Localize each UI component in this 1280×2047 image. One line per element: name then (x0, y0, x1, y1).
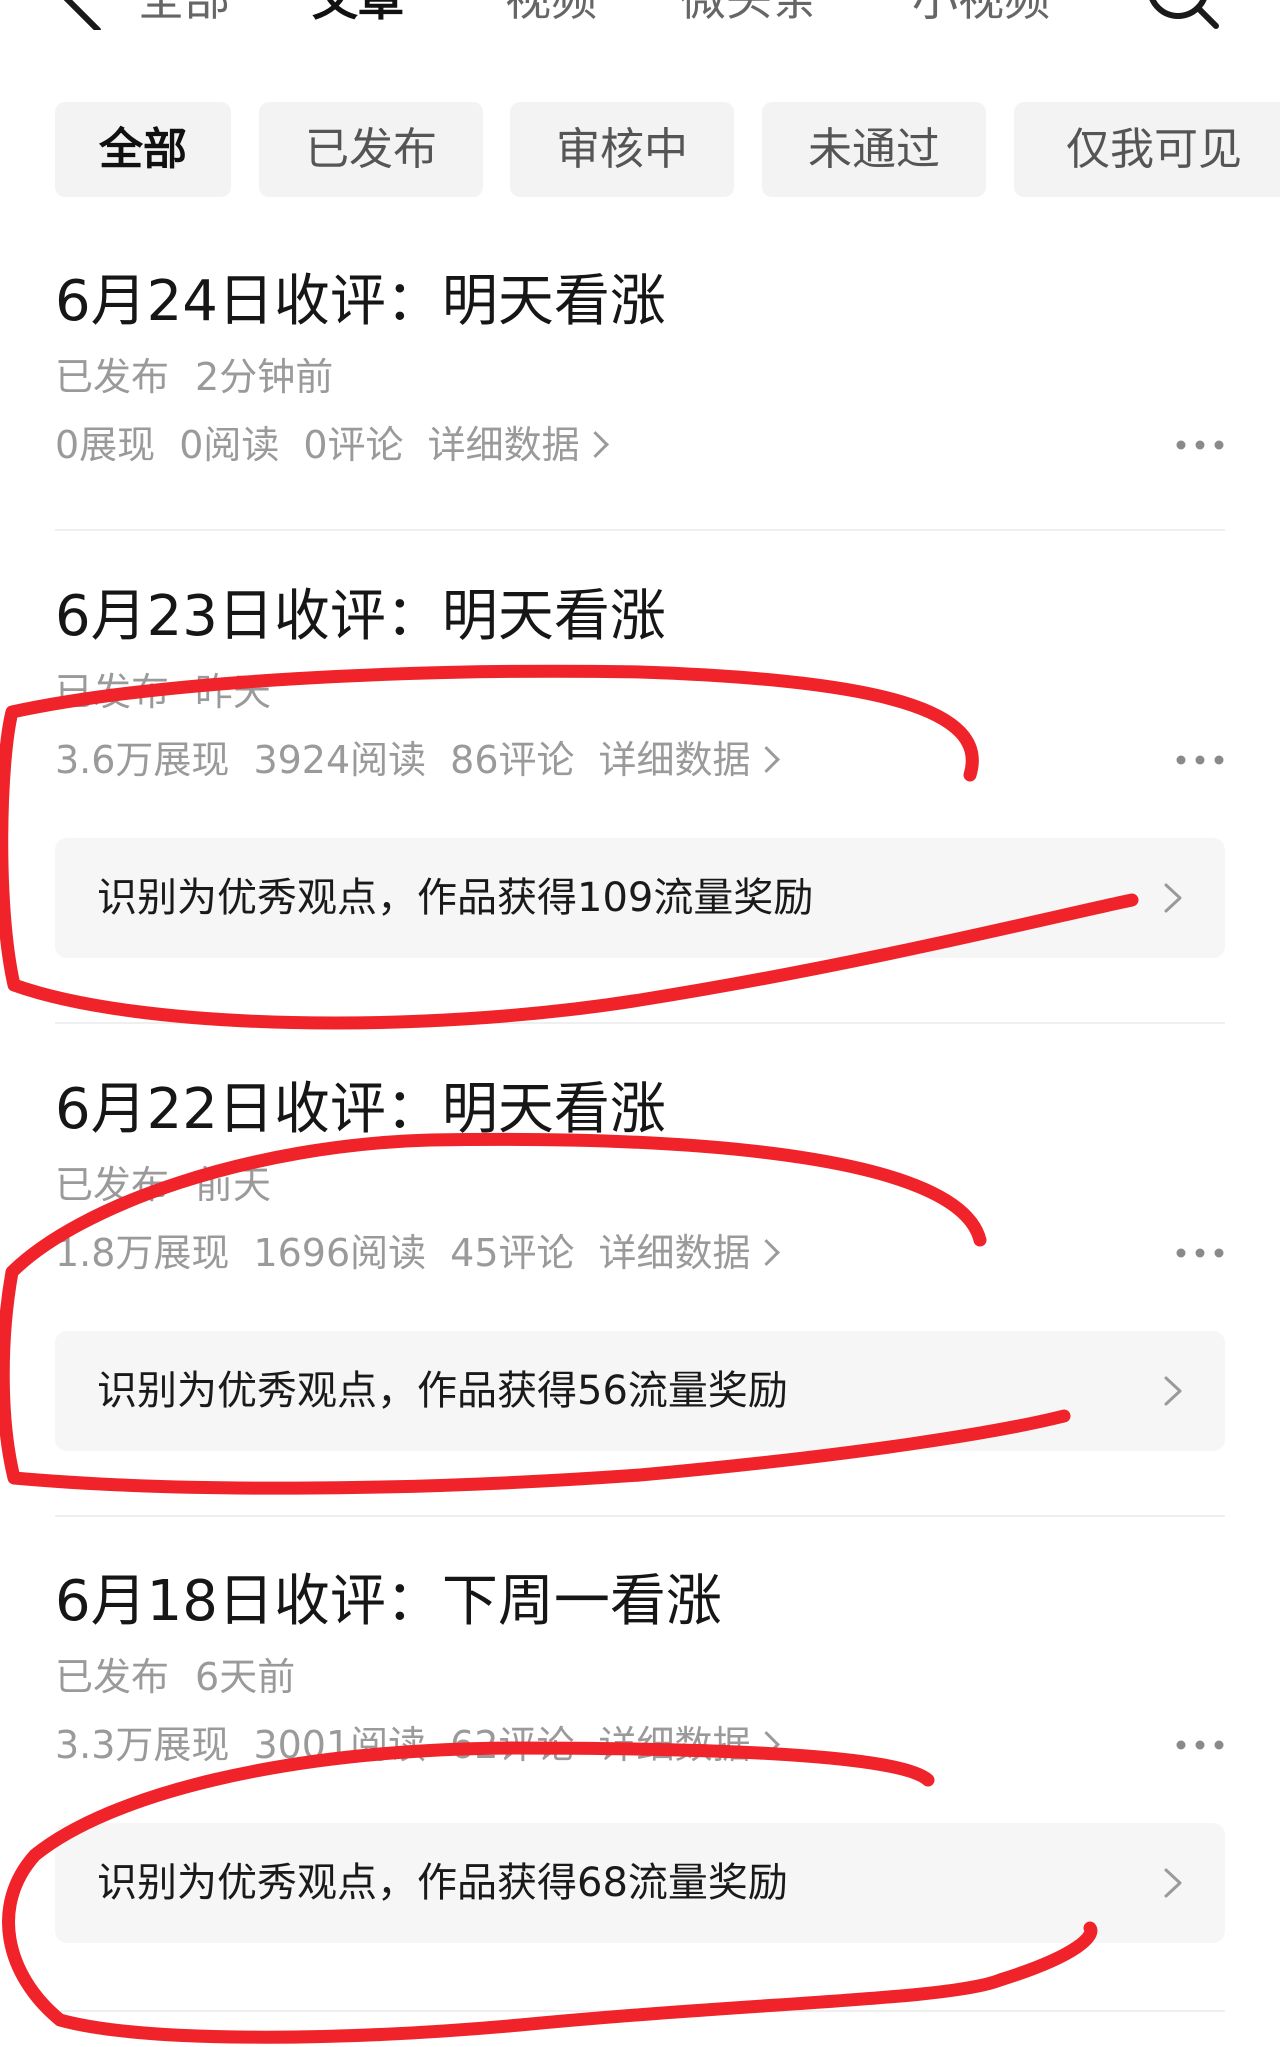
chevron-right-icon (581, 431, 609, 458)
detail-data-link[interactable]: 详细数据 (599, 738, 780, 782)
impressions-count: 3.6万展现 (55, 738, 230, 782)
article-item[interactable]: 6月24日收评：明天看涨 已发布 2分钟前 0展现 0阅读 0评论 详细数据 (55, 267, 1225, 507)
article-title[interactable]: 6月22日收评：明天看涨 (55, 1075, 666, 1145)
filter-chip-rejected[interactable]: 未通过 (762, 102, 986, 197)
tab-short-videos[interactable]: 小视频 (912, 0, 1050, 24)
impressions-count: 3.3万展现 (55, 1723, 230, 1767)
status-label: 已发布 (55, 355, 170, 399)
article-item[interactable]: 6月18日收评：下周一看涨 已发布 6天前 3.3万展现 3001阅读 62评论 详细数… (55, 1567, 1225, 1957)
article-status: 已发布 前天 (55, 1160, 271, 1210)
article-item[interactable]: 6月23日收评：明天看涨 已发布 昨天 3.6万展现 3924阅读 86评论 详细数据 … (55, 582, 1225, 972)
status-label: 已发布 (55, 670, 170, 714)
status-label: 已发布 (55, 1655, 170, 1699)
article-item[interactable]: 6月22日收评：明天看涨 已发布 前天 1.8万展现 1696阅读 45评论 详细数据 … (55, 1075, 1225, 1465)
publish-time: 昨天 (195, 670, 272, 714)
chevron-right-icon (1164, 1868, 1182, 1898)
top-navigation: 全部 文章 视频 微头条 小视频 (0, 0, 1280, 40)
article-title[interactable]: 6月24日收评：明天看涨 (55, 267, 666, 337)
article-status: 已发布 2分钟前 (55, 352, 333, 402)
comments-count: 86评论 (450, 738, 575, 782)
article-stats: 3.6万展现 3924阅读 86评论 详细数据 (55, 735, 800, 785)
filter-chip-published[interactable]: 已发布 (259, 102, 483, 197)
publish-time: 6天前 (195, 1655, 296, 1699)
more-options-icon[interactable] (1175, 754, 1225, 766)
reward-text: 识别为优秀观点，作品获得56流量奖励 (97, 1368, 788, 1414)
search-icon[interactable] (1140, 0, 1220, 40)
chevron-right-icon (752, 1239, 780, 1266)
divider (55, 2010, 1225, 2012)
reads-count: 1696阅读 (253, 1231, 427, 1275)
divider (55, 1022, 1225, 1024)
tab-all[interactable]: 全部 (138, 0, 230, 24)
filter-chip-all[interactable]: 全部 (55, 102, 231, 197)
article-stats: 3.3万展现 3001阅读 62评论 详细数据 (55, 1720, 800, 1770)
comments-count: 0评论 (303, 423, 404, 467)
filter-chip-private[interactable]: 仅我可见 (1014, 102, 1280, 197)
comments-count: 45评论 (450, 1231, 575, 1275)
reward-text: 识别为优秀观点，作品获得109流量奖励 (97, 875, 814, 921)
detail-data-link[interactable]: 详细数据 (599, 1723, 780, 1767)
more-options-icon[interactable] (1175, 1247, 1225, 1259)
tab-articles[interactable]: 文章 (312, 0, 404, 24)
article-stats: 0展现 0阅读 0评论 详细数据 (55, 420, 629, 470)
chevron-right-icon (1164, 1376, 1182, 1406)
divider (55, 1515, 1225, 1517)
chevron-right-icon (1164, 883, 1182, 913)
more-options-icon[interactable] (1175, 1739, 1225, 1751)
more-options-icon[interactable] (1175, 439, 1225, 451)
status-filter-bar: 全部 已发布 审核中 未通过 仅我可见 (55, 102, 1280, 197)
publish-time: 2分钟前 (195, 355, 334, 399)
reward-banner[interactable]: 识别为优秀观点，作品获得56流量奖励 (55, 1331, 1225, 1451)
reads-count: 3001阅读 (253, 1723, 427, 1767)
reward-banner[interactable]: 识别为优秀观点，作品获得68流量奖励 (55, 1823, 1225, 1943)
article-status: 已发布 6天前 (55, 1652, 295, 1702)
impressions-count: 0展现 (55, 423, 156, 467)
publish-time: 前天 (195, 1163, 272, 1207)
chevron-right-icon (752, 1731, 780, 1758)
impressions-count: 1.8万展现 (55, 1231, 230, 1275)
article-title[interactable]: 6月23日收评：明天看涨 (55, 582, 666, 652)
reads-count: 0阅读 (179, 423, 280, 467)
status-label: 已发布 (55, 1163, 170, 1207)
article-status: 已发布 昨天 (55, 667, 271, 717)
detail-data-link[interactable]: 详细数据 (428, 423, 609, 467)
reads-count: 3924阅读 (253, 738, 427, 782)
detail-data-link[interactable]: 详细数据 (599, 1231, 780, 1275)
chevron-right-icon (752, 746, 780, 773)
tab-micro-posts[interactable]: 微头条 (680, 0, 818, 24)
article-stats: 1.8万展现 1696阅读 45评论 详细数据 (55, 1228, 800, 1278)
filter-chip-reviewing[interactable]: 审核中 (510, 102, 734, 197)
back-arrow-icon[interactable] (48, 0, 118, 30)
tab-videos[interactable]: 视频 (505, 0, 597, 24)
reward-text: 识别为优秀观点，作品获得68流量奖励 (97, 1860, 788, 1906)
comments-count: 62评论 (450, 1723, 575, 1767)
reward-banner[interactable]: 识别为优秀观点，作品获得109流量奖励 (55, 838, 1225, 958)
article-title[interactable]: 6月18日收评：下周一看涨 (55, 1567, 722, 1637)
divider (55, 529, 1225, 531)
